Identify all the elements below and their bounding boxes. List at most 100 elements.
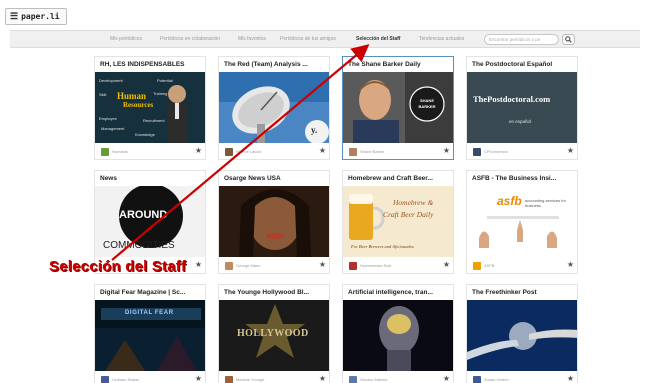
hr-word: Potential — [157, 78, 173, 83]
hamburger-icon[interactable]: ☰ — [10, 12, 18, 22]
author-name[interactable]: Helene Lavoix — [236, 149, 261, 154]
card-footer: CPGenomics ★ — [467, 145, 577, 159]
nav-item-amigos[interactable]: Periódicos de tus amigos — [280, 36, 336, 42]
star-icon[interactable]: ★ — [443, 146, 450, 155]
paper-card[interactable]: The Freethinker Post Susan Gerber ★ — [466, 284, 578, 383]
author-name[interactable]: Gordon Malone — [360, 377, 388, 382]
search-button[interactable] — [562, 34, 575, 45]
search-input[interactable]: Encontrar periódicos o pe — [484, 34, 559, 45]
paper-card[interactable]: ASFB - The Business Insi... asfb account… — [466, 170, 578, 274]
card-image[interactable]: Human Resources Development Potential Sk… — [95, 72, 205, 143]
card-footer: ASFB ★ — [467, 259, 577, 273]
paper-card[interactable]: RH, LES INDISPENSABLES Human Resources D… — [94, 56, 206, 160]
card-image[interactable]: Homebrew & Craft Beer Daily For Beer Bre… — [343, 186, 453, 257]
author-avatar[interactable] — [473, 148, 481, 156]
author-avatar[interactable] — [349, 262, 357, 270]
card-image[interactable]: ThePostdoctoral.com en español — [467, 72, 577, 143]
hr-word: Recruitment — [143, 118, 165, 123]
author-avatar[interactable] — [473, 376, 481, 383]
author-name[interactable]: ASFB — [484, 263, 494, 268]
star-icon[interactable]: ★ — [319, 260, 326, 269]
digital-banner-text: DIGITAL FEAR — [125, 310, 174, 316]
paper-card[interactable]: The Postdoctoral Español ThePostdoctoral… — [466, 56, 578, 160]
author-name[interactable]: Susan Gerber — [484, 377, 509, 382]
card-title[interactable]: RH, LES INDISPENSABLES — [100, 61, 204, 68]
paper-card[interactable]: Digital Fear Magazine | Sc... DIGITAL FE… — [94, 284, 206, 383]
author-name[interactable]: Humanis — [112, 149, 128, 154]
paper-card[interactable]: The Younge Hollywood Bl... HOLLYWOOD Mel… — [218, 284, 330, 383]
postdoc-title: ThePostdoctoral.com — [473, 94, 551, 104]
author-avatar[interactable] — [225, 262, 233, 270]
author-avatar[interactable] — [225, 376, 233, 383]
author-name[interactable]: Homebrewer Bob — [360, 263, 391, 268]
author-avatar[interactable] — [349, 376, 357, 383]
card-title[interactable]: ASFB - The Business Insi... — [472, 175, 576, 182]
card-footer: George Mann ★ — [219, 259, 329, 273]
paper-card[interactable]: Artificial intelligence, tran... Gordon … — [342, 284, 454, 383]
star-icon[interactable]: ★ — [567, 146, 574, 155]
card-footer: Helene Lavoix ★ — [219, 145, 329, 159]
star-icon[interactable]: ★ — [319, 146, 326, 155]
card-title[interactable]: The Younge Hollywood Bl... — [224, 289, 328, 296]
card-image[interactable]: AROUND COMMODITIES — [95, 186, 205, 257]
nav-item-tendencias[interactable]: Tendencias actuales — [419, 36, 464, 42]
paper-card[interactable]: The Red (Team) Analysis ... y. Helene La… — [218, 56, 330, 160]
paper-card[interactable]: Homebrew and Craft Beer... Homebrew & Cr… — [342, 170, 454, 274]
card-image[interactable]: DIGITAL FEAR — [95, 300, 205, 371]
author-name[interactable]: Shane Barker — [360, 149, 384, 154]
star-icon[interactable]: ★ — [319, 374, 326, 383]
card-image[interactable]: SHANE BARKER — [343, 72, 453, 143]
top-nav: Mis periódicos Periódicos en colaboració… — [10, 30, 640, 48]
card-image[interactable]: HOLLYWOOD — [219, 300, 329, 371]
star-icon[interactable]: ★ — [567, 374, 574, 383]
card-title[interactable]: The Red (Team) Analysis ... — [224, 61, 328, 68]
nav-item-favoritos[interactable]: Mis favoritos — [238, 36, 266, 42]
paper-card[interactable]: Osarge News USA George Mann ★ — [218, 170, 330, 274]
card-title[interactable]: The Freethinker Post — [472, 289, 576, 296]
card-footer: Melanie Younge ★ — [219, 373, 329, 383]
nav-item-seleccion-staff[interactable]: Selección del Staff — [356, 36, 400, 42]
star-icon[interactable]: ★ — [443, 260, 450, 269]
author-avatar[interactable] — [473, 262, 481, 270]
news-around-text: AROUND — [119, 209, 168, 221]
card-title[interactable]: Artificial intelligence, tran... — [348, 289, 452, 296]
nav-item-mis-periodicos[interactable]: Mis periódicos — [110, 36, 142, 42]
hr-word: Training — [153, 91, 168, 96]
author-name[interactable]: George Mann — [236, 263, 260, 268]
author-avatar[interactable] — [101, 376, 109, 383]
card-title[interactable]: Homebrew and Craft Beer... — [348, 175, 452, 182]
card-image[interactable] — [467, 300, 577, 371]
logo-text: paper.li — [21, 12, 60, 21]
paper-card[interactable]: The Shane Barker Daily SHANE BARKER Shan… — [342, 56, 454, 160]
star-icon[interactable]: ★ — [443, 374, 450, 383]
author-name[interactable]: Graham Staker — [112, 377, 139, 382]
card-title[interactable]: The Shane Barker Daily — [348, 61, 452, 68]
hr-word: Development — [99, 78, 123, 83]
card-image[interactable] — [219, 186, 329, 257]
app-logo[interactable]: ☰ paper.li — [5, 8, 67, 25]
card-title[interactable]: News — [100, 175, 204, 182]
card-image[interactable]: asfb accounting services for business — [467, 186, 577, 257]
card-title[interactable]: The Postdoctoral Español — [472, 61, 576, 68]
card-image[interactable]: y. — [219, 72, 329, 143]
hr-word: Skill — [99, 92, 107, 97]
author-name[interactable]: Melanie Younge — [236, 377, 264, 382]
shane-badge-text: SHANE BARKER — [418, 98, 436, 109]
redteam-badge-text: y. — [311, 125, 318, 135]
card-title[interactable]: Digital Fear Magazine | Sc... — [100, 289, 204, 296]
nav-item-colaboracion[interactable]: Periódicos en colaboración — [160, 36, 220, 42]
star-icon[interactable]: ★ — [567, 260, 574, 269]
star-icon[interactable]: ★ — [195, 374, 202, 383]
card-footer: Homebrewer Bob ★ — [343, 259, 453, 273]
card-footer: Humanis ★ — [95, 145, 205, 159]
beer-line2: Craft Beer Daily — [383, 210, 434, 219]
author-avatar[interactable] — [225, 148, 233, 156]
author-avatar[interactable] — [101, 148, 109, 156]
card-title[interactable]: Osarge News USA — [224, 175, 328, 182]
beer-line3: For Beer Brewers and Aficionados — [351, 244, 414, 249]
author-avatar[interactable] — [349, 148, 357, 156]
star-icon[interactable]: ★ — [195, 146, 202, 155]
card-image[interactable] — [343, 300, 453, 371]
star-icon[interactable]: ★ — [195, 260, 202, 269]
author-name[interactable]: CPGenomics — [484, 149, 508, 154]
